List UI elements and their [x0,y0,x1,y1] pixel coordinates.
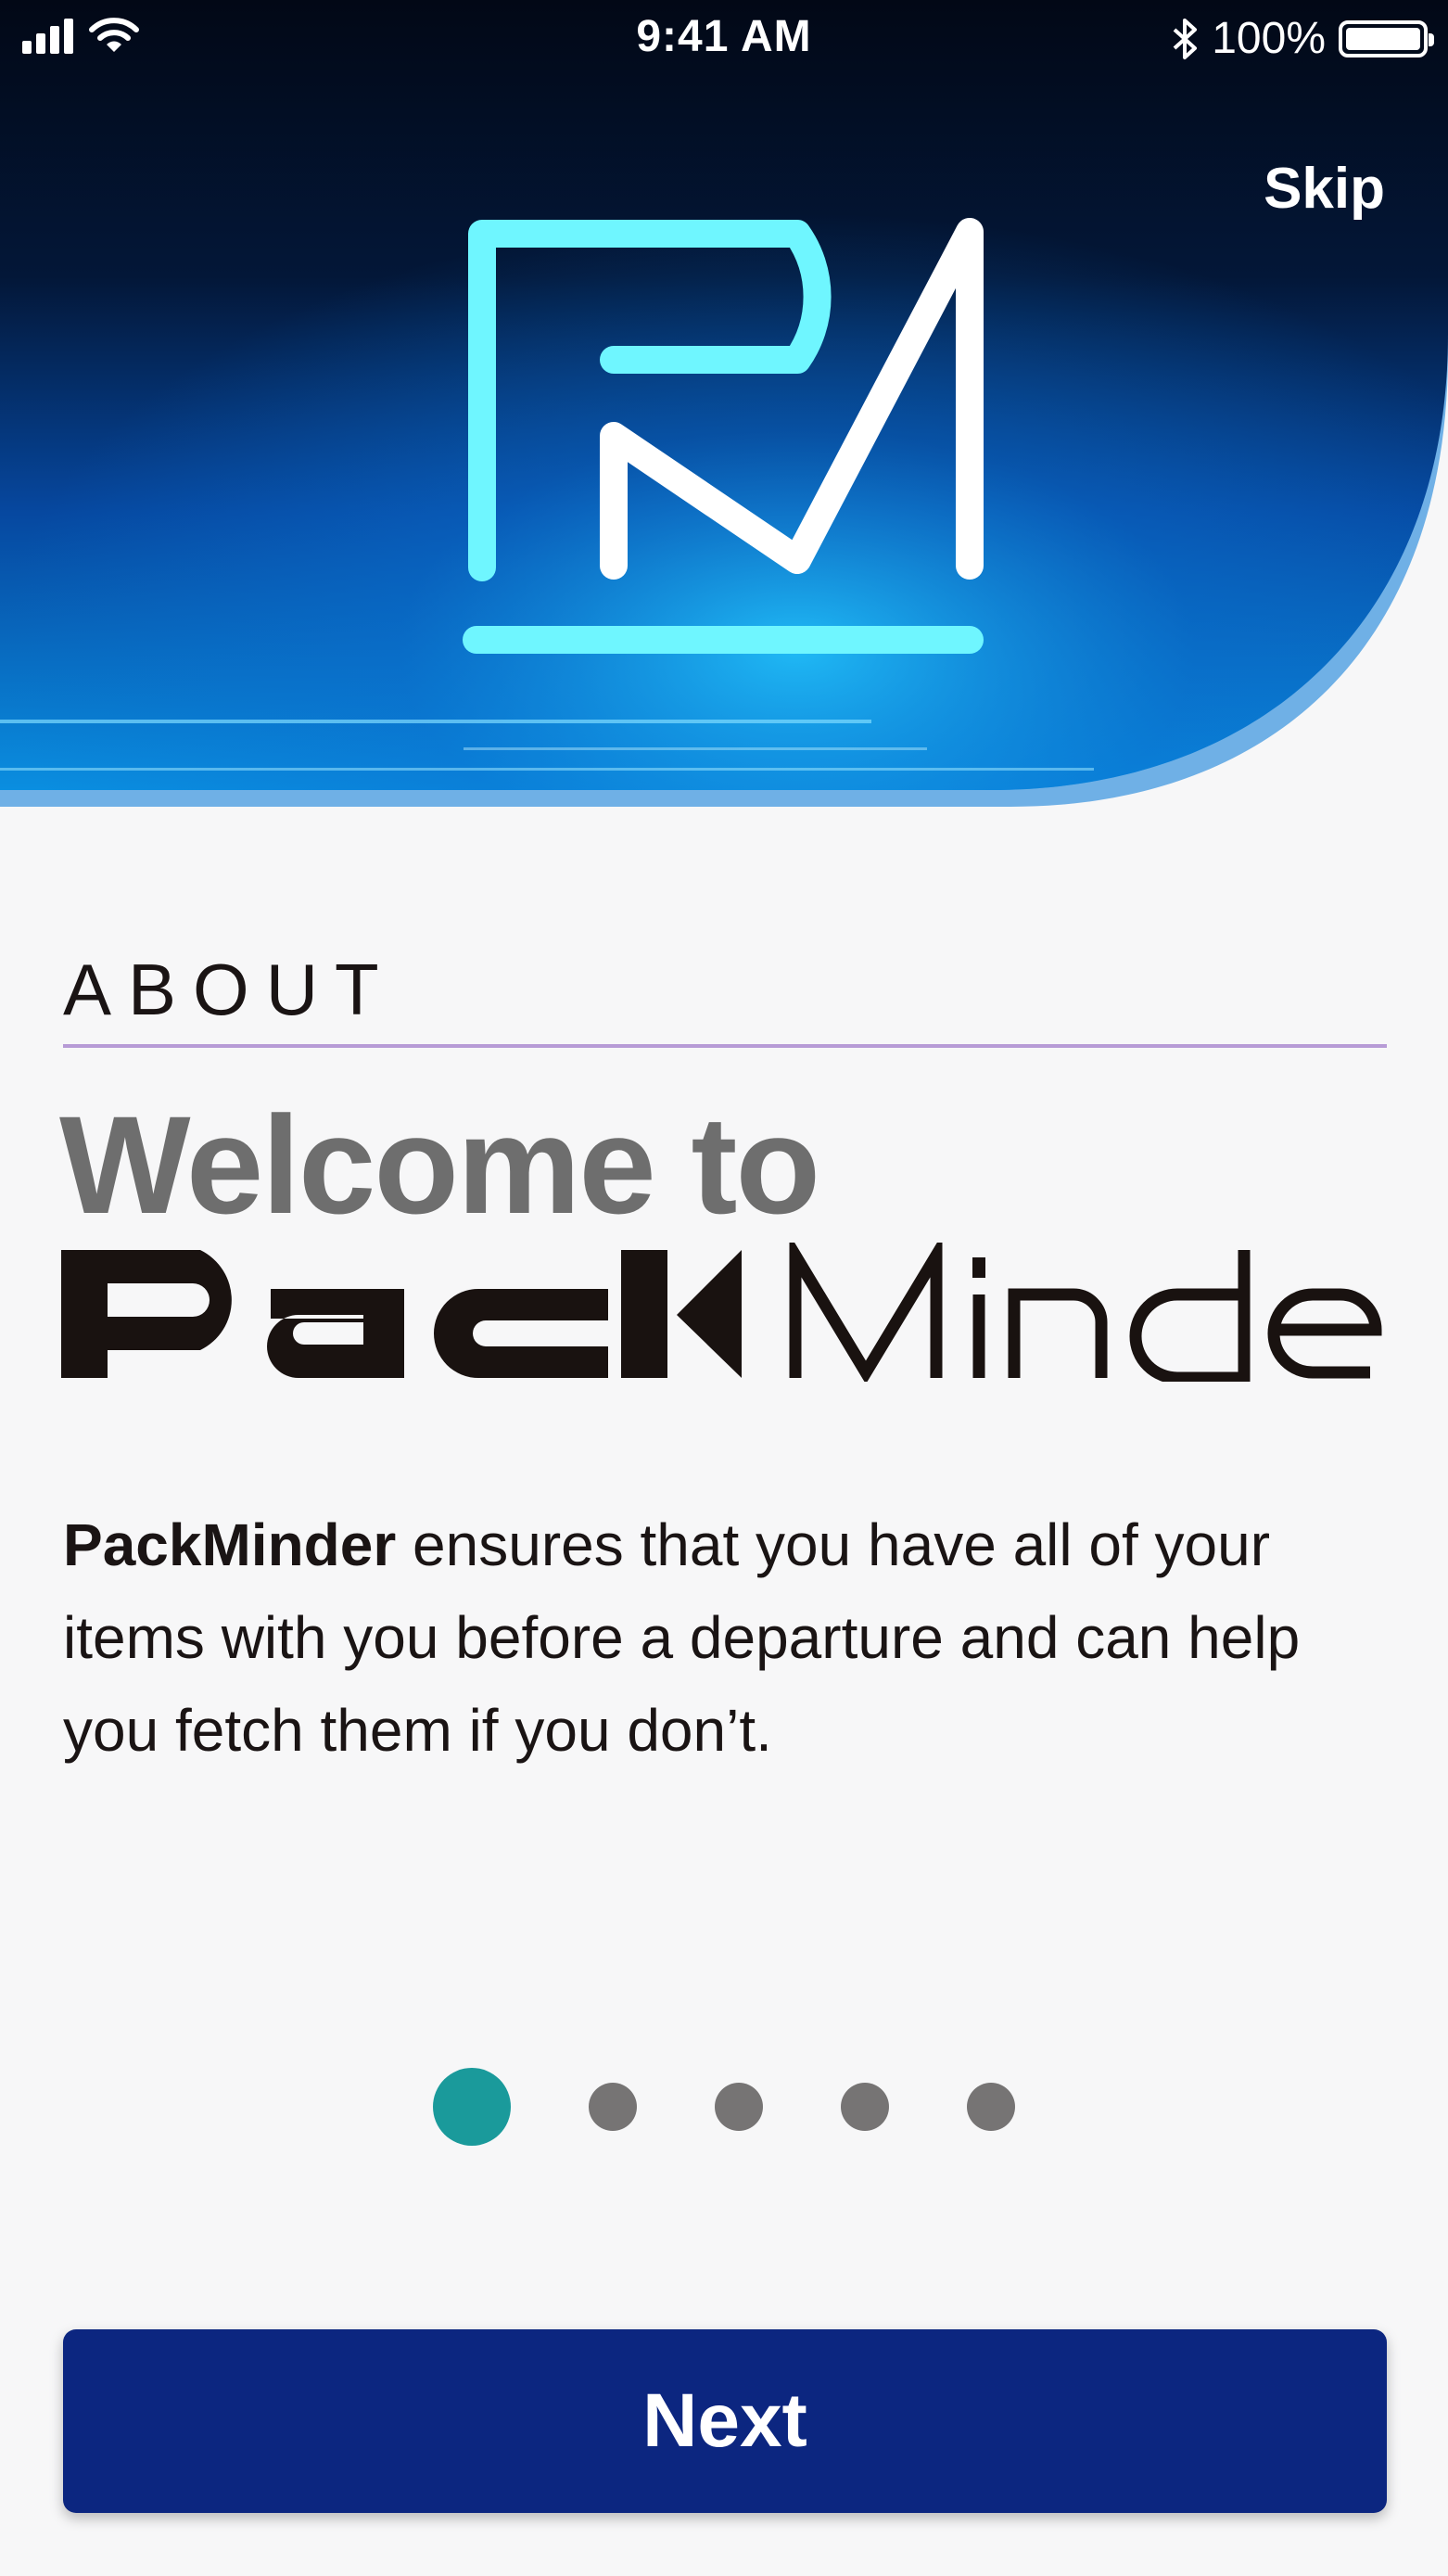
status-bar: 9:41 AM 100% [0,0,1448,78]
description-text: PackMinder ensures that you have all of … [63,1498,1398,1777]
page-indicator [0,2068,1448,2146]
hero-banner [0,0,1448,816]
description-brand: PackMinder [63,1511,397,1578]
page-dot-1[interactable] [433,2068,511,2146]
skip-button[interactable]: Skip [1264,156,1385,222]
section-divider [63,1044,1387,1048]
page-dot-4[interactable] [841,2083,889,2131]
page-dot-3[interactable] [715,2083,763,2131]
page-dot-2[interactable] [589,2083,637,2131]
battery-icon [1339,19,1434,57]
page-dot-5[interactable] [967,2083,1015,2131]
section-label: ABOUT [63,949,396,1030]
battery-percent: 100% [1212,14,1326,63]
packminder-wordmark: PackMinder [61,1233,1410,1386]
next-button[interactable]: Next [63,2329,1387,2513]
bluetooth-icon [1173,18,1198,59]
onboarding-screen: 9:41 AM 100% Skip ABOUT Welcome to PackM… [0,0,1448,2576]
welcome-heading: Welcome to [59,1087,820,1243]
status-right: 100% [1171,13,1434,64]
